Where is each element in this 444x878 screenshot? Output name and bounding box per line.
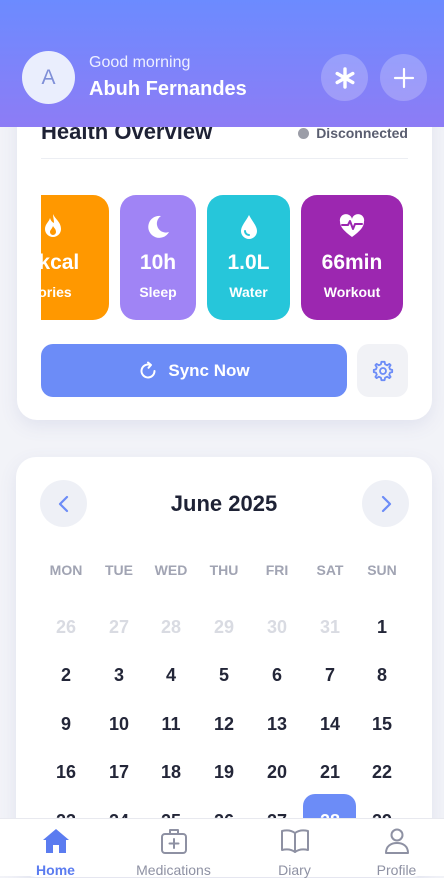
stat-card-calories[interactable]: 0kcal lories bbox=[41, 195, 109, 320]
calendar-day[interactable]: 17 bbox=[93, 762, 145, 783]
nav-label: Profile bbox=[376, 862, 417, 878]
stat-card-workout[interactable]: 66min Workout bbox=[301, 195, 403, 320]
weekday-label: SUN bbox=[367, 562, 397, 578]
nav-label: Home bbox=[36, 862, 75, 878]
water-drop-icon bbox=[240, 215, 257, 239]
calendar-day[interactable]: 15 bbox=[356, 714, 408, 735]
calendar-day[interactable]: 30 bbox=[251, 617, 303, 638]
nav-label: Medications bbox=[136, 862, 211, 878]
calendar-day[interactable]: 11 bbox=[145, 714, 197, 735]
calendar-day[interactable]: 28 bbox=[145, 617, 197, 638]
calendar-day[interactable]: 7 bbox=[304, 665, 356, 686]
user-icon bbox=[384, 828, 409, 854]
calendar-day[interactable]: 4 bbox=[145, 665, 197, 686]
weekday-label: MON bbox=[49, 562, 83, 578]
stat-value: 0kcal bbox=[41, 251, 80, 274]
stat-value: 66min bbox=[321, 251, 383, 274]
calendar-day[interactable]: 10 bbox=[93, 714, 145, 735]
nav-profile[interactable]: Profile bbox=[341, 819, 444, 878]
stat-label: Water bbox=[229, 284, 268, 300]
stat-label: Sleep bbox=[139, 284, 177, 300]
weekday-label: THU bbox=[209, 562, 239, 578]
connection-status: Disconnected bbox=[298, 125, 408, 141]
bottom-navigation: Home Medications Diary Profile bbox=[0, 818, 444, 878]
nav-label: Diary bbox=[278, 862, 311, 878]
calendar-day[interactable]: 3 bbox=[93, 665, 145, 686]
user-name: Abuh Fernandes bbox=[89, 78, 247, 100]
flame-icon bbox=[45, 214, 61, 237]
stat-label: lories bbox=[41, 284, 72, 300]
divider bbox=[41, 158, 408, 159]
weekday-label: SAT bbox=[316, 562, 344, 578]
avatar-initial: A bbox=[41, 65, 56, 89]
calendar-day[interactable]: 21 bbox=[304, 762, 356, 783]
heart-pulse-icon bbox=[339, 214, 365, 237]
calendar-day[interactable]: 16 bbox=[40, 762, 92, 783]
calendar-day[interactable]: 29 bbox=[198, 617, 250, 638]
sync-now-label: Sync Now bbox=[168, 360, 250, 380]
weekday-label: FRI bbox=[265, 562, 289, 578]
stat-label: Workout bbox=[323, 284, 381, 300]
calendar-day[interactable]: 31 bbox=[304, 617, 356, 638]
stat-value: 10h bbox=[139, 251, 177, 274]
app-header: A Good morning Abuh Fernandes bbox=[0, 0, 444, 127]
weekday-label: WED bbox=[154, 562, 188, 578]
plus-icon bbox=[393, 67, 414, 88]
calendar-day[interactable]: 8 bbox=[356, 665, 408, 686]
stat-value: 1.0L bbox=[227, 251, 270, 274]
health-overview-card: Health Overview Disconnected 0kcal lorie… bbox=[17, 95, 432, 420]
calendar-day[interactable]: 18 bbox=[145, 762, 197, 783]
calendar-day[interactable]: 19 bbox=[198, 762, 250, 783]
add-button[interactable] bbox=[380, 54, 427, 101]
calendar-card: June 2025 MON TUE WED THU FRI SAT SUN 26… bbox=[16, 457, 432, 877]
status-dot bbox=[298, 127, 310, 139]
avatar[interactable]: A bbox=[22, 51, 75, 104]
nav-home[interactable]: Home bbox=[0, 819, 111, 878]
calendar-day[interactable]: 6 bbox=[251, 665, 303, 686]
medical-kit-icon bbox=[160, 829, 187, 854]
greeting-text: Good morning bbox=[89, 54, 191, 71]
stat-card-sleep[interactable]: 10h Sleep bbox=[120, 195, 196, 320]
calendar-day[interactable]: 9 bbox=[40, 714, 92, 735]
asterisk-button[interactable] bbox=[321, 54, 368, 101]
stats-carousel[interactable]: 0kcal lories 10h Sleep 1.0L Water bbox=[41, 195, 407, 320]
calendar-day[interactable]: 26 bbox=[40, 617, 92, 638]
gear-icon bbox=[372, 360, 393, 381]
moon-icon bbox=[148, 215, 169, 238]
chevron-right-icon bbox=[381, 495, 391, 512]
calendar-day[interactable]: 5 bbox=[198, 665, 250, 686]
next-month-button[interactable] bbox=[362, 480, 409, 527]
asterisk-icon bbox=[335, 66, 354, 89]
calendar-day[interactable]: 1 bbox=[356, 617, 408, 638]
sync-now-button[interactable]: Sync Now bbox=[41, 344, 347, 397]
nav-diary[interactable]: Diary bbox=[239, 819, 350, 878]
calendar-day[interactable]: 27 bbox=[93, 617, 145, 638]
calendar-day[interactable]: 2 bbox=[40, 665, 92, 686]
stat-card-water[interactable]: 1.0L Water bbox=[207, 195, 290, 320]
connection-status-text: Disconnected bbox=[316, 125, 408, 141]
home-icon bbox=[42, 829, 69, 853]
book-icon bbox=[280, 829, 309, 853]
refresh-icon bbox=[140, 361, 156, 378]
settings-button[interactable] bbox=[357, 344, 408, 397]
calendar-day[interactable]: 13 bbox=[251, 714, 303, 735]
nav-medications[interactable]: Medications bbox=[118, 819, 229, 878]
calendar-day[interactable]: 20 bbox=[251, 762, 303, 783]
calendar-day[interactable]: 22 bbox=[356, 762, 408, 783]
weekday-label: TUE bbox=[105, 562, 133, 578]
calendar-day[interactable]: 14 bbox=[304, 714, 356, 735]
calendar-day[interactable]: 12 bbox=[198, 714, 250, 735]
